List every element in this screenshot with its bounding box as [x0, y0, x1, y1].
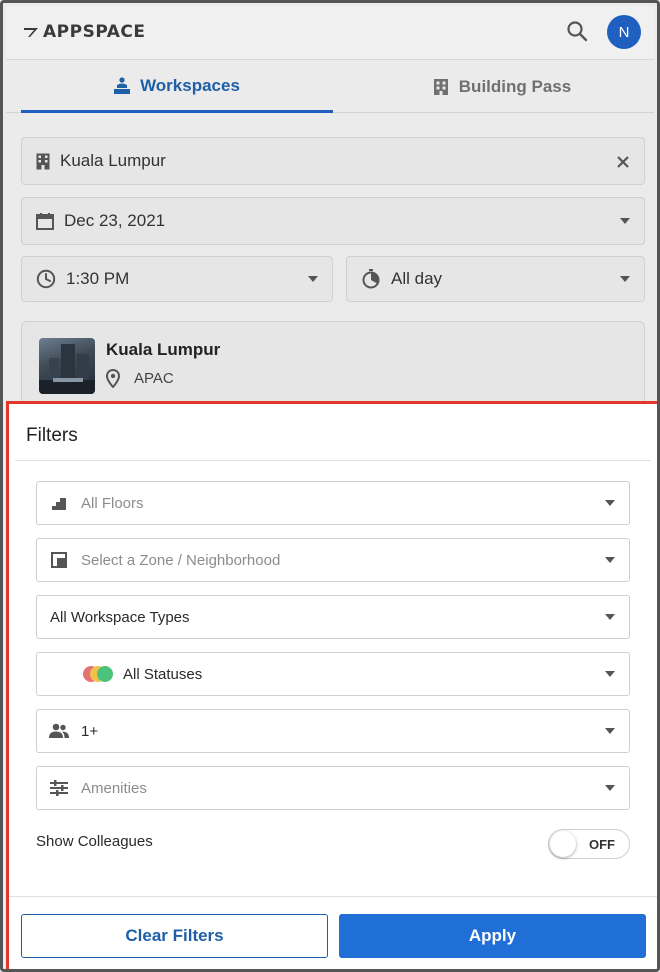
avatar[interactable]: N	[607, 15, 641, 49]
timer-icon	[361, 269, 381, 289]
tab-bar: Workspaces Building Pass	[6, 61, 654, 113]
map-pin-icon	[106, 369, 120, 388]
calendar-icon	[36, 212, 54, 230]
region-label: APAC	[134, 370, 174, 387]
zone-icon	[49, 552, 69, 568]
chevron-down-icon	[308, 276, 318, 282]
close-icon[interactable]	[616, 154, 630, 168]
person-desk-icon	[114, 76, 131, 95]
app-frame: APPSPACE N Workspaces Building Pass Kual…	[0, 0, 660, 972]
chevron-down-icon	[620, 218, 630, 224]
location-value: Kuala Lumpur	[60, 151, 166, 170]
date-value: Dec 23, 2021	[64, 211, 166, 230]
floors-placeholder: All Floors	[81, 494, 144, 512]
workspace-types-select[interactable]: All Workspace Types	[36, 595, 630, 639]
toggle-state: OFF	[589, 837, 615, 852]
show-colleagues-toggle[interactable]: OFF	[548, 829, 630, 859]
capacity-value: 1+	[81, 722, 99, 740]
people-icon	[49, 723, 69, 739]
duration-value: All day	[391, 269, 443, 288]
amenities-select[interactable]: Amenities	[36, 766, 630, 810]
clock-icon	[36, 269, 56, 289]
filters-title: Filters	[26, 425, 78, 446]
appspace-logo[interactable]: APPSPACE	[24, 21, 145, 43]
zone-placeholder: Select a Zone / Neighborhood	[81, 551, 281, 569]
zone-select[interactable]: Select a Zone / Neighborhood	[36, 538, 630, 582]
filters-panel: Filters All Floors Select a Zone / Neigh…	[6, 401, 657, 969]
chevron-down-icon	[605, 671, 615, 677]
apply-button[interactable]: Apply	[339, 914, 646, 958]
divider	[9, 896, 657, 897]
building-icon	[433, 78, 449, 96]
tab-workspaces[interactable]: Workspaces	[21, 61, 333, 113]
location-card-title: Kuala Lumpur	[106, 340, 221, 359]
clear-filters-button[interactable]: Clear Filters	[21, 914, 328, 958]
chevron-down-icon	[605, 728, 615, 734]
divider	[15, 460, 651, 461]
time-select[interactable]: 1:30 PM	[21, 256, 333, 302]
tab-building-pass[interactable]: Building Pass	[346, 61, 657, 113]
date-select[interactable]: Dec 23, 2021	[21, 197, 645, 245]
time-value: 1:30 PM	[66, 269, 130, 288]
appspace-logo-icon	[24, 28, 38, 37]
floors-select[interactable]: All Floors	[36, 481, 630, 525]
brand-name: APPSPACE	[43, 22, 146, 42]
statuses-value: All Statuses	[123, 665, 203, 683]
location-card-region: APAC	[106, 369, 174, 388]
search-icon[interactable]	[566, 20, 588, 42]
location-card[interactable]: Kuala Lumpur APAC	[21, 321, 645, 411]
chevron-down-icon	[605, 785, 615, 791]
location-thumbnail	[39, 338, 95, 394]
amenities-placeholder: Amenities	[81, 779, 147, 797]
status-dots-icon	[83, 666, 113, 682]
sliders-icon	[49, 780, 69, 796]
statuses-select[interactable]: All Statuses	[36, 652, 630, 696]
workspace-types-value: All Workspace Types	[50, 608, 190, 626]
building-icon	[36, 153, 50, 170]
chevron-down-icon	[605, 614, 615, 620]
app-header: APPSPACE N	[6, 6, 654, 60]
tab-building-pass-label: Building Pass	[458, 77, 572, 96]
chevron-down-icon	[620, 276, 630, 282]
location-field[interactable]: Kuala Lumpur	[21, 137, 645, 185]
toggle-knob	[550, 831, 576, 857]
chevron-down-icon	[605, 557, 615, 563]
show-colleagues-label: Show Colleagues	[36, 833, 153, 850]
capacity-select[interactable]: 1+	[36, 709, 630, 753]
duration-select[interactable]: All day	[346, 256, 645, 302]
stairs-icon	[49, 495, 69, 511]
chevron-down-icon	[605, 500, 615, 506]
tab-workspaces-label: Workspaces	[140, 75, 240, 95]
